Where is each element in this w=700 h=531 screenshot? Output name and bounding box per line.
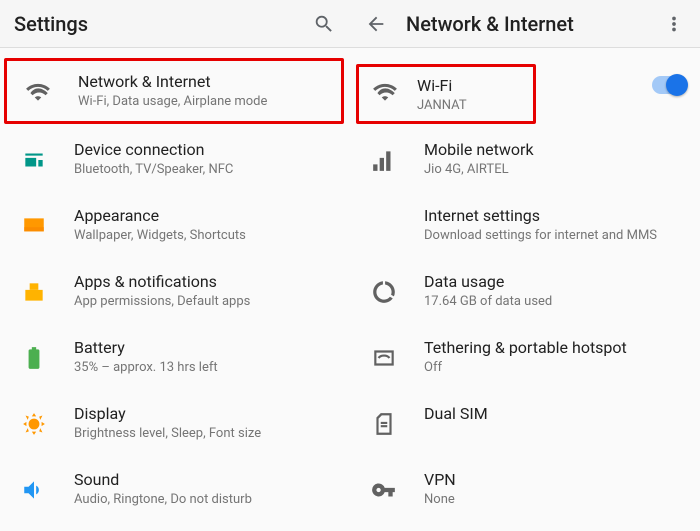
more-vert-icon[interactable] — [662, 12, 686, 36]
network-item-dual-sim[interactable]: Dual SIM — [350, 390, 700, 456]
signal-icon — [364, 140, 404, 180]
network-item-mobile[interactable]: Mobile network Jio 4G, AIRTEL — [350, 126, 700, 192]
settings-title: Settings — [14, 12, 88, 36]
wifi-icon — [369, 76, 401, 108]
settings-item-device-connection[interactable]: Device connection Bluetooth, TV/Speaker,… — [0, 126, 350, 192]
settings-item-network[interactable]: Network & Internet Wi-Fi, Data usage, Ai… — [4, 58, 344, 124]
brightness-icon — [14, 404, 54, 444]
sound-icon — [14, 470, 54, 510]
wifi-toggle[interactable] — [652, 76, 686, 94]
data-usage-icon — [364, 272, 404, 312]
settings-item-battery[interactable]: Battery 35% – approx. 13 hrs left — [0, 324, 350, 390]
blank-icon — [364, 206, 404, 246]
network-item-internet-settings[interactable]: Internet settings Download settings for … — [350, 192, 700, 258]
vpn-key-icon — [364, 470, 404, 510]
settings-item-sound[interactable]: Sound Audio, Ringtone, Do not disturb — [0, 456, 350, 522]
settings-item-apps[interactable]: Apps & notifications App permissions, De… — [0, 258, 350, 324]
hotspot-icon — [364, 338, 404, 378]
devices-icon — [14, 140, 54, 180]
sim-icon — [364, 404, 404, 444]
settings-appbar: Settings — [0, 0, 350, 48]
network-appbar: Network & Internet — [350, 0, 700, 48]
settings-item-appearance[interactable]: Appearance Wallpaper, Widgets, Shortcuts — [0, 192, 350, 258]
settings-item-display[interactable]: Display Brightness level, Sleep, Font si… — [0, 390, 350, 456]
settings-item-sub: Wi-Fi, Data usage, Airplane mode — [78, 94, 330, 110]
wallpaper-icon — [14, 206, 54, 246]
network-item-wifi[interactable]: Wi-Fi JANNAT — [356, 64, 536, 124]
battery-icon — [14, 338, 54, 378]
network-item-data-usage[interactable]: Data usage 17.64 GB of data used — [350, 258, 700, 324]
network-item-vpn[interactable]: VPN None — [350, 456, 700, 522]
network-title: Network & Internet — [406, 12, 574, 36]
settings-item-label: Network & Internet — [78, 72, 330, 92]
apps-icon — [14, 272, 54, 312]
back-icon[interactable] — [364, 12, 388, 36]
wifi-icon — [18, 72, 58, 112]
search-icon[interactable] — [312, 12, 336, 36]
network-item-tethering[interactable]: Tethering & portable hotspot Off — [350, 324, 700, 390]
